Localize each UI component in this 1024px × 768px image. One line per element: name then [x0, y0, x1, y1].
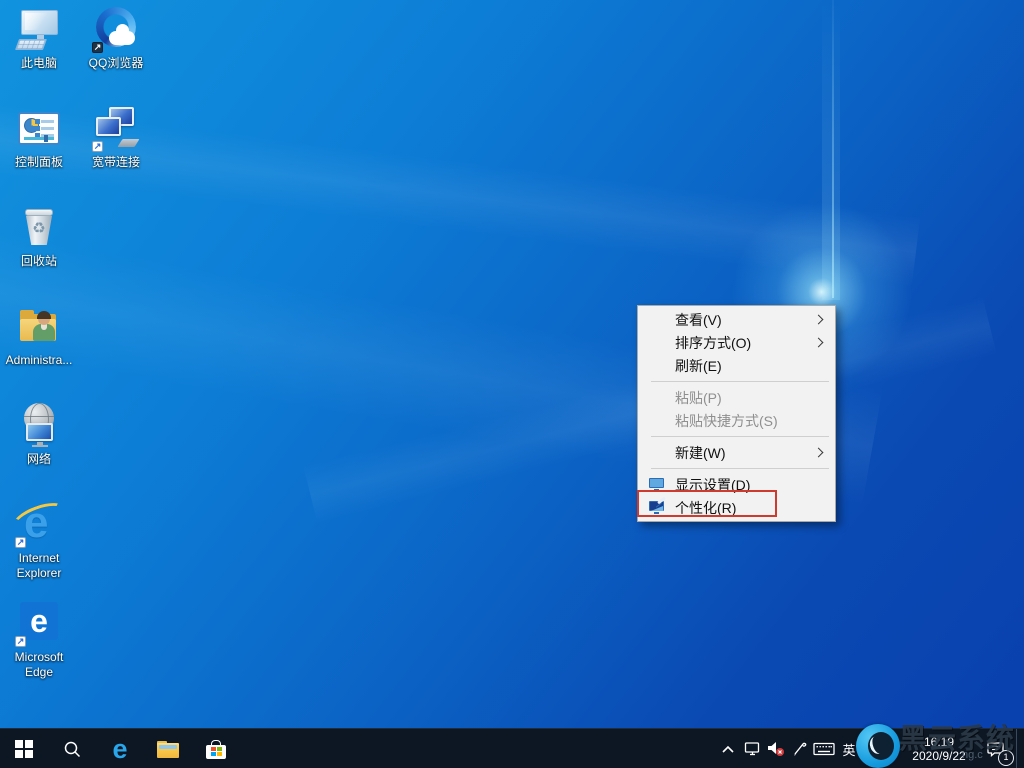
- wallpaper-light-edge: [822, 0, 840, 300]
- menu-item-paste: 粘贴(P): [638, 386, 835, 409]
- taskbar-store-button[interactable]: [192, 729, 240, 768]
- user-folder-icon: [15, 303, 63, 351]
- desktop-icon-label: 宽带连接: [91, 155, 140, 169]
- watermark-logo-icon: [856, 724, 900, 768]
- desktop-icon-label: Administra...: [5, 353, 73, 367]
- menu-item-label: 粘贴(P): [675, 389, 722, 406]
- desktop-icon-recycle-bin[interactable]: ♻ 回收站: [1, 204, 77, 269]
- this-pc-icon: [14, 6, 63, 54]
- desktop-icon-internet-explorer[interactable]: e ↗ Internet Explorer: [1, 497, 77, 582]
- desktop[interactable]: 此电脑 ↗ QQ浏览器 控制面板 ↗ 宽带连接 ♻ 回收站 Administra…: [0, 0, 1024, 768]
- menu-item-new[interactable]: 新建(W): [638, 441, 835, 464]
- shortcut-arrow-icon: ↗: [92, 141, 103, 152]
- keyboard-icon: [813, 742, 835, 756]
- file-explorer-icon: [157, 740, 179, 758]
- edge-e-glyph: e: [30, 603, 48, 639]
- microsoft-store-icon: [206, 739, 226, 759]
- watermark-text: 黑云系统: [899, 723, 1016, 754]
- search-button[interactable]: [48, 729, 96, 768]
- desktop-icon-label: QQ浏览器: [88, 56, 144, 70]
- desktop-icon-administrator[interactable]: Administra...: [1, 303, 77, 368]
- menu-item-paste-shortcut: 粘贴快捷方式(S): [638, 409, 835, 432]
- desktop-icon-label: Internet Explorer: [16, 551, 62, 581]
- desktop-icon-network[interactable]: 网络: [1, 402, 77, 467]
- shortcut-arrow-icon: ↗: [92, 42, 103, 53]
- broadband-connection-icon: ↗: [92, 105, 140, 153]
- menu-item-label: 刷新(E): [675, 357, 722, 374]
- network-tray-button[interactable]: [740, 729, 764, 768]
- desktop-icon-qq-browser[interactable]: ↗ QQ浏览器: [78, 6, 154, 71]
- windows-ink-tray-button[interactable]: [788, 729, 812, 768]
- edge-icon: e: [112, 733, 128, 764]
- desktop-icon-label: 此电脑: [20, 56, 57, 70]
- desktop-icon-this-pc[interactable]: 此电脑: [1, 6, 77, 71]
- search-icon: [64, 741, 81, 758]
- touch-keyboard-tray-button[interactable]: [812, 729, 836, 768]
- network-icon: [15, 402, 63, 450]
- menu-item-label: 查看(V): [675, 311, 722, 328]
- control-panel-icon: [15, 105, 63, 153]
- wallpaper-light-edge: [832, 0, 834, 298]
- chevron-up-icon: [722, 745, 734, 753]
- shortcut-arrow-icon: ↗: [15, 537, 26, 548]
- menu-item-sort-by[interactable]: 排序方式(O): [638, 331, 835, 354]
- menu-item-view[interactable]: 查看(V): [638, 308, 835, 331]
- show-hidden-icons-button[interactable]: [716, 729, 740, 768]
- menu-item-label: 粘贴快捷方式(S): [675, 412, 778, 429]
- menu-item-refresh[interactable]: 刷新(E): [638, 354, 835, 377]
- submenu-arrow-icon: [813, 337, 824, 348]
- desktop-icon-label: 网络: [26, 452, 51, 466]
- desktop-icon-microsoft-edge[interactable]: e ↗ Microsoft Edge: [1, 600, 77, 681]
- windows-logo-icon: [15, 740, 33, 758]
- desktop-icon-broadband[interactable]: ↗ 宽带连接: [78, 105, 154, 170]
- recycle-glyph: ♻: [32, 220, 46, 237]
- qq-browser-icon: ↗: [92, 6, 140, 54]
- recycle-bin-icon: ♻: [15, 204, 63, 252]
- desktop-icon-label: Microsoft Edge: [14, 650, 64, 680]
- internet-explorer-icon: e ↗: [9, 497, 69, 549]
- annotation-highlight-box: [637, 490, 777, 517]
- show-desktop-button[interactable]: [1016, 729, 1024, 768]
- pen-icon: [794, 742, 807, 756]
- menu-separator: [651, 468, 829, 469]
- volume-muted-icon: [768, 742, 784, 756]
- submenu-arrow-icon: [813, 447, 824, 458]
- volume-tray-button[interactable]: [764, 729, 788, 768]
- menu-separator: [651, 381, 829, 382]
- start-button[interactable]: [0, 729, 48, 768]
- taskbar-edge-button[interactable]: e: [96, 729, 144, 768]
- microsoft-edge-icon: e ↗: [15, 600, 63, 648]
- network-status-icon: [744, 742, 760, 756]
- desktop-icon-label: 控制面板: [14, 155, 63, 169]
- taskbar-file-explorer-button[interactable]: [144, 729, 192, 768]
- menu-item-label: 排序方式(O): [675, 334, 752, 351]
- submenu-arrow-icon: [813, 314, 824, 325]
- desktop-icon-label: 回收站: [20, 254, 57, 268]
- shortcut-arrow-icon: ↗: [15, 636, 26, 647]
- menu-item-label: 新建(W): [675, 444, 726, 461]
- desktop-icon-control-panel[interactable]: 控制面板: [1, 105, 77, 170]
- menu-separator: [651, 436, 829, 437]
